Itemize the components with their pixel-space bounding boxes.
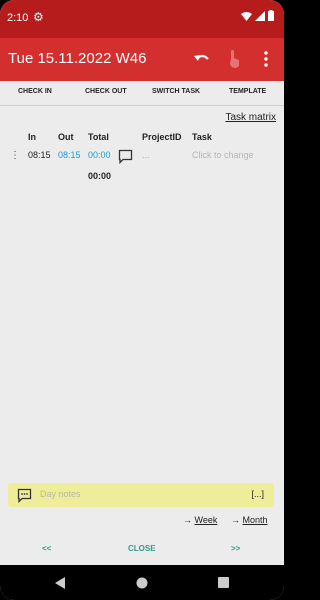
row-drag-handle-icon[interactable]: ⋮ bbox=[10, 150, 20, 161]
close-button[interactable]: CLOSE bbox=[128, 544, 156, 553]
day-notes-bar[interactable]: Day notes [...] bbox=[8, 483, 274, 507]
recents-icon[interactable] bbox=[218, 577, 229, 588]
tab-check-in[interactable]: CHECK IN bbox=[18, 88, 52, 95]
header-out: Out bbox=[58, 132, 74, 142]
status-time: 2:10 bbox=[7, 12, 29, 24]
back-icon[interactable] bbox=[55, 577, 65, 589]
week-link-label[interactable]: Week bbox=[195, 515, 218, 525]
notes-comment-icon bbox=[17, 488, 32, 503]
month-link-label[interactable]: Month bbox=[243, 515, 268, 525]
header-total: Total bbox=[88, 132, 109, 142]
task-matrix-link[interactable]: Task matrix bbox=[225, 112, 276, 123]
next-day-button[interactable]: >> bbox=[231, 544, 240, 553]
system-nav-bar bbox=[0, 565, 284, 600]
header-project-id: ProjectID bbox=[142, 132, 182, 142]
previous-day-button[interactable]: << bbox=[42, 544, 51, 553]
wifi-icon bbox=[241, 11, 252, 21]
more-options-icon[interactable] bbox=[263, 50, 269, 68]
app-bar: Tue 15.11.2022 W46 bbox=[0, 38, 284, 81]
row-out-time[interactable]: 08:15 bbox=[58, 150, 81, 160]
comment-icon[interactable] bbox=[118, 149, 133, 164]
battery-icon bbox=[268, 10, 274, 21]
signal-icon bbox=[255, 10, 265, 21]
month-arrow-icon: → bbox=[231, 515, 240, 525]
tab-check-out[interactable]: CHECK OUT bbox=[85, 88, 127, 95]
home-icon[interactable] bbox=[136, 577, 148, 589]
row-total-time[interactable]: 00:00 bbox=[88, 150, 111, 160]
settings-gear-icon: ⚙ bbox=[33, 10, 44, 24]
header-task: Task bbox=[192, 132, 212, 142]
action-tabs: CHECK IN CHECK OUT SWITCH TASK TEMPLATE bbox=[0, 81, 284, 106]
status-icons bbox=[241, 10, 274, 21]
header-in: In bbox=[28, 132, 36, 142]
row-in-time[interactable]: 08:15 bbox=[28, 150, 51, 160]
day-total: 00:00 bbox=[88, 171, 112, 181]
day-notes-placeholder[interactable]: Day notes bbox=[40, 489, 81, 499]
week-link[interactable]: → Week bbox=[183, 515, 217, 525]
week-arrow-icon: → bbox=[183, 515, 192, 525]
row-project-id[interactable]: ... bbox=[142, 150, 150, 160]
status-bar: 2:10 ⚙ bbox=[0, 0, 284, 38]
touch-icon[interactable] bbox=[227, 49, 241, 69]
month-link[interactable]: → Month bbox=[231, 515, 268, 525]
day-notes-expand-button[interactable]: [...] bbox=[251, 489, 264, 499]
row-task[interactable]: Click to change bbox=[192, 150, 254, 160]
date-title[interactable]: Tue 15.11.2022 W46 bbox=[8, 50, 146, 67]
tab-template[interactable]: TEMPLATE bbox=[229, 88, 266, 95]
app-screen: 2:10 ⚙ Tue 15.11.2022 W46 CHECK IN CHECK… bbox=[0, 0, 284, 600]
undo-icon[interactable] bbox=[193, 50, 211, 68]
tab-switch-task[interactable]: SWITCH TASK bbox=[152, 88, 200, 95]
